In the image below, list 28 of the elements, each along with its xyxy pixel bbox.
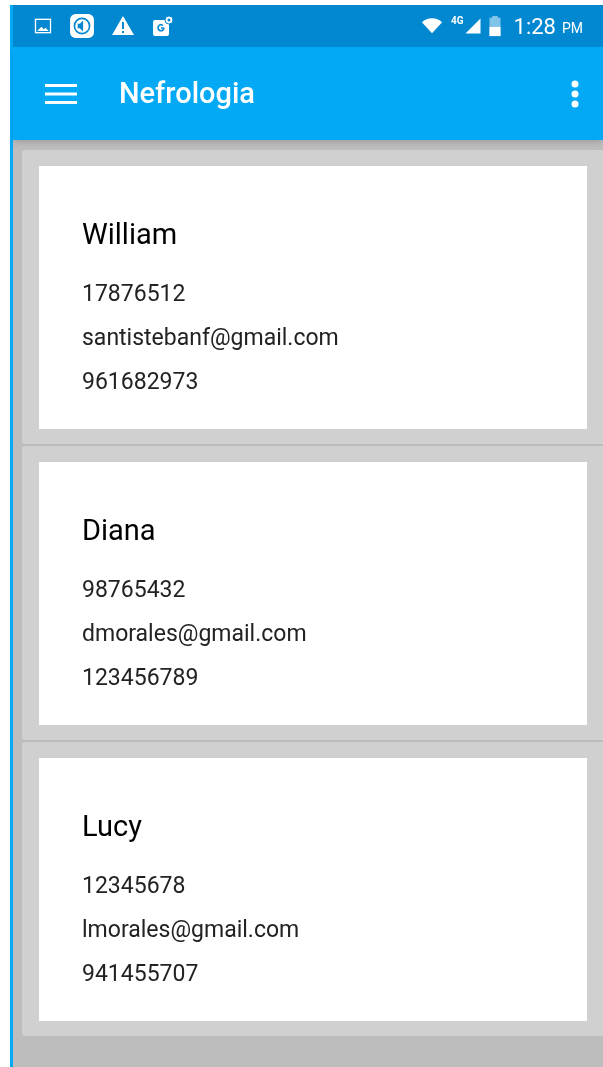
- contact-name: Diana: [82, 512, 157, 549]
- contact-email: santistebanf@gmail.com: [82, 323, 340, 353]
- contact-phone: 123456789: [82, 663, 200, 693]
- map-pin-icon: [151, 14, 175, 38]
- clock-time: 1:28: [513, 12, 556, 41]
- contact-id: 12345678: [82, 871, 187, 901]
- contact-card[interactable]: Lucy 12345678 lmorales@gmail.com 941455707: [22, 742, 603, 1036]
- menu-icon: [45, 82, 77, 105]
- signal-icon: [463, 16, 482, 36]
- contact-phone: 961682973: [82, 367, 200, 397]
- contact-card[interactable]: Diana 98765432 dmorales@gmail.com 123456789: [22, 446, 603, 740]
- app-title: Nefrologia: [119, 74, 255, 112]
- contact-name: William: [82, 216, 179, 253]
- contact-id: 17876512: [82, 279, 187, 309]
- warning-icon: [111, 14, 135, 38]
- battery-icon: [487, 15, 502, 37]
- contact-id: 98765432: [82, 575, 187, 605]
- contact-name: Lucy: [82, 808, 143, 845]
- contact-email: dmorales@gmail.com: [82, 619, 308, 649]
- menu-button[interactable]: [45, 81, 77, 106]
- clock-meridiem: PM: [561, 18, 583, 38]
- speaker-icon: [69, 13, 95, 39]
- image-icon: [33, 16, 53, 36]
- contact-email: lmorales@gmail.com: [82, 915, 301, 945]
- contact-phone: 941455707: [82, 959, 200, 989]
- more-options-icon: [571, 79, 579, 108]
- contact-card[interactable]: William 17876512 santistebanf@gmail.com 961682973: [22, 150, 603, 444]
- network-type: 4G: [450, 16, 464, 26]
